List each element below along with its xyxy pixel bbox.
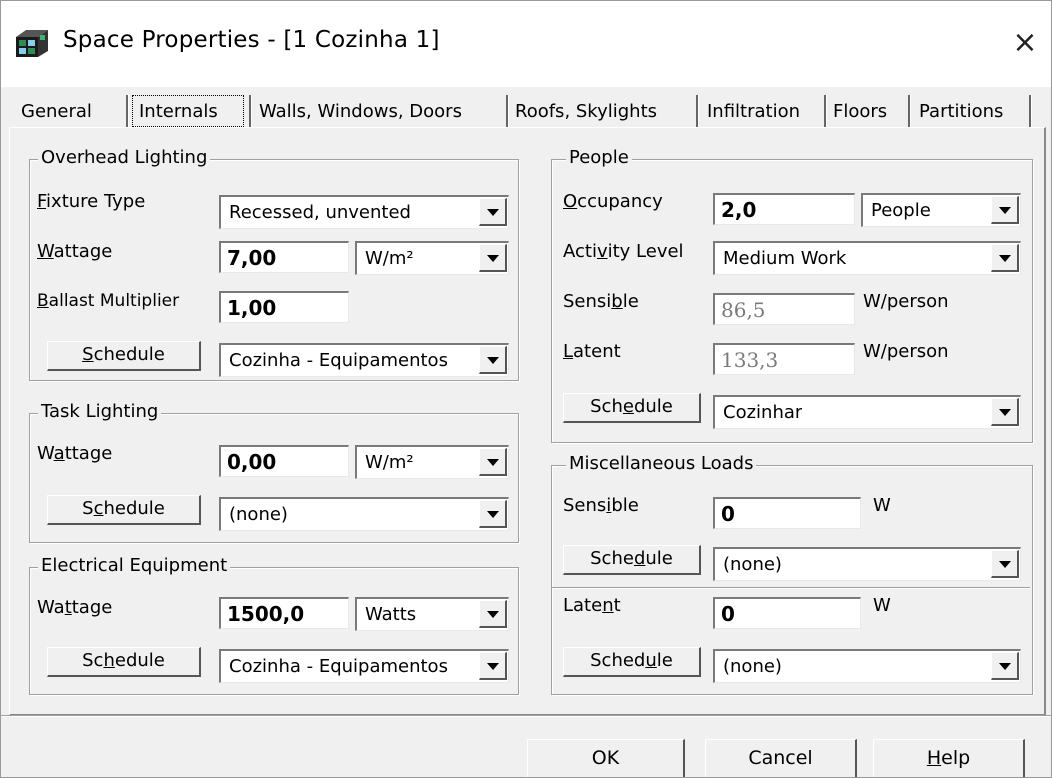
overhead-wattage-unit-select[interactable]: W/m² bbox=[355, 241, 509, 275]
occupancy-label: Occupancy bbox=[563, 191, 663, 212]
latent-unit: W/person bbox=[863, 341, 949, 362]
misc-sensible-input[interactable]: 0 bbox=[713, 497, 861, 529]
occupancy-unit-select[interactable]: People bbox=[861, 193, 1021, 227]
window-title: Space Properties - [1 Cozinha 1] bbox=[63, 27, 440, 53]
people-sensible-input[interactable]: 86,5 bbox=[713, 293, 855, 325]
close-button[interactable]: × bbox=[1005, 23, 1045, 63]
group-title: Electrical Equipment bbox=[38, 555, 231, 576]
group-title: Task Lighting bbox=[38, 401, 162, 422]
footer-separator bbox=[1, 715, 1051, 717]
people-schedule-select[interactable]: Cozinhar bbox=[713, 395, 1021, 429]
chevron-down-icon[interactable] bbox=[479, 652, 507, 680]
people-sensible-label: Sensible bbox=[563, 291, 639, 312]
overhead-schedule-select[interactable]: Cozinha - Equipamentos bbox=[219, 343, 509, 377]
people-schedule-button[interactable]: Schedule bbox=[563, 393, 701, 423]
chevron-down-icon[interactable] bbox=[991, 652, 1019, 680]
group-title: People bbox=[566, 147, 632, 168]
ballast-multiplier-label: Ballast Multiplier bbox=[37, 291, 180, 311]
people-latent-label: Latent bbox=[563, 341, 621, 362]
title-bar: Space Properties - [1 Cozinha 1] × bbox=[1, 1, 1051, 87]
app-icon bbox=[16, 30, 48, 57]
people-latent-input[interactable]: 133,3 bbox=[713, 343, 855, 375]
chevron-down-icon[interactable] bbox=[991, 244, 1019, 272]
misc-latent-unit: W bbox=[873, 595, 891, 616]
activity-level-label: Activity Level bbox=[563, 241, 684, 262]
wattage-label: Wattage bbox=[37, 241, 113, 262]
activity-level-select[interactable]: Medium Work bbox=[713, 241, 1021, 275]
ballast-multiplier-input[interactable]: 1,00 bbox=[219, 291, 349, 323]
overhead-schedule-button[interactable]: Schedule bbox=[47, 341, 201, 371]
task-wattage-unit-select[interactable]: W/m² bbox=[355, 445, 509, 479]
chevron-down-icon[interactable] bbox=[479, 600, 507, 628]
fixture-type-label: Fixture Type bbox=[37, 191, 146, 212]
chevron-down-icon[interactable] bbox=[479, 448, 507, 476]
chevron-down-icon[interactable] bbox=[479, 346, 507, 374]
group-title: Overhead Lighting bbox=[38, 147, 211, 168]
tab-strip: General Internals Walls, Windows, Doors … bbox=[1, 87, 1051, 129]
fixture-type-select[interactable]: Recessed, unvented bbox=[219, 195, 509, 229]
group-title: Miscellaneous Loads bbox=[566, 453, 757, 474]
overhead-wattage-input[interactable]: 7,00 bbox=[219, 241, 349, 273]
misc-sensible-label: Sensible bbox=[563, 495, 639, 516]
cancel-button[interactable]: Cancel bbox=[705, 739, 857, 777]
tab-roofs-skylights[interactable]: Roofs, Skylights bbox=[515, 97, 657, 127]
equipment-schedule-select[interactable]: Cozinha - Equipamentos bbox=[219, 649, 509, 683]
help-button[interactable]: Help bbox=[873, 739, 1025, 777]
misc-divider bbox=[552, 587, 1030, 589]
chevron-down-icon[interactable] bbox=[479, 500, 507, 528]
misc-latent-label: Latent bbox=[563, 595, 621, 616]
tab-infiltration[interactable]: Infiltration bbox=[707, 97, 800, 127]
equipment-schedule-button[interactable]: Schedule bbox=[47, 647, 201, 677]
chevron-down-icon[interactable] bbox=[991, 398, 1019, 426]
misc-sensible-schedule-select[interactable]: (none) bbox=[713, 547, 1021, 581]
ok-button[interactable]: OK bbox=[527, 739, 685, 777]
equipment-wattage-unit-select[interactable]: Watts bbox=[355, 597, 509, 631]
occupancy-input[interactable]: 2,0 bbox=[713, 193, 855, 225]
task-wattage-label: Wattage bbox=[37, 443, 113, 464]
equipment-wattage-label: Wattage bbox=[37, 597, 113, 618]
misc-latent-schedule-button[interactable]: Schedule bbox=[563, 647, 701, 677]
misc-sensible-unit: W bbox=[873, 495, 891, 516]
task-schedule-select[interactable]: (none) bbox=[219, 497, 509, 531]
misc-latent-input[interactable]: 0 bbox=[713, 597, 861, 629]
task-schedule-button[interactable]: Schedule bbox=[47, 495, 201, 525]
misc-latent-schedule-select[interactable]: (none) bbox=[713, 649, 1021, 683]
chevron-down-icon[interactable] bbox=[991, 550, 1019, 578]
tab-walls-windows-doors[interactable]: Walls, Windows, Doors bbox=[259, 97, 462, 127]
chevron-down-icon[interactable] bbox=[479, 198, 507, 226]
tab-floors[interactable]: Floors bbox=[833, 97, 887, 127]
tab-general[interactable]: General bbox=[21, 97, 92, 127]
chevron-down-icon[interactable] bbox=[991, 196, 1019, 224]
misc-sensible-schedule-button[interactable]: Schedule bbox=[563, 545, 701, 575]
equipment-wattage-input[interactable]: 1500,0 bbox=[219, 597, 349, 629]
tab-internals[interactable]: Internals bbox=[139, 97, 218, 127]
chevron-down-icon[interactable] bbox=[479, 244, 507, 272]
tab-partitions[interactable]: Partitions bbox=[919, 97, 1003, 127]
space-properties-dialog: Space Properties - [1 Cozinha 1] × Gener… bbox=[0, 0, 1052, 778]
task-wattage-input[interactable]: 0,00 bbox=[219, 445, 349, 477]
sensible-unit: W/person bbox=[863, 291, 949, 312]
